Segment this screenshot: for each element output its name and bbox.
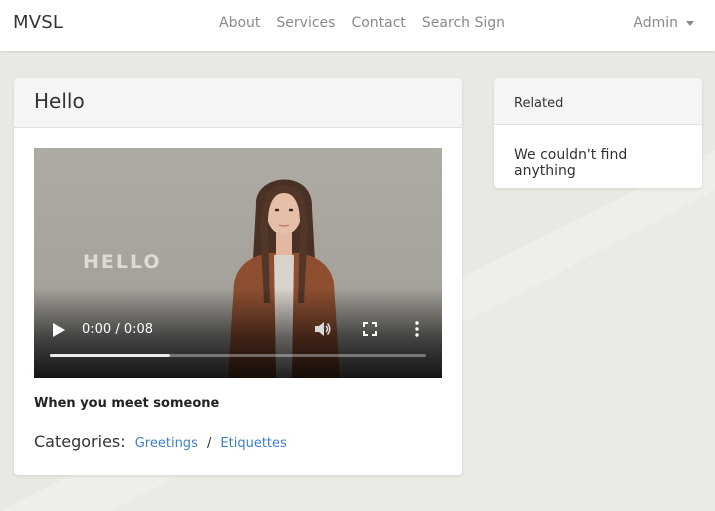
categories-label: Categories: xyxy=(34,432,126,451)
video-caption-overlay: HELLO xyxy=(83,251,162,273)
admin-label: Admin xyxy=(633,15,678,31)
page-title: Hello xyxy=(34,89,85,113)
related-title: Related xyxy=(514,96,564,111)
related-card-header: Related xyxy=(494,78,702,125)
fullscreen-icon[interactable] xyxy=(363,322,377,336)
sign-card: Hello HELLO 0:00 / 0:08 When you meet so… xyxy=(14,78,462,475)
video-progress-bar[interactable] xyxy=(50,354,426,357)
admin-dropdown[interactable]: Admin xyxy=(633,15,694,31)
category-link-greetings[interactable]: Greetings xyxy=(135,436,198,451)
related-empty-message: We couldn't find anything xyxy=(514,147,628,179)
brand-logo[interactable]: MVSL xyxy=(13,12,63,33)
sign-card-header: Hello xyxy=(14,78,462,128)
more-vertical-icon[interactable] xyxy=(414,321,420,337)
nav-link-services[interactable]: Services xyxy=(276,15,335,31)
top-navbar: MVSL About Services Contact Search Sign … xyxy=(0,0,715,51)
caret-down-icon xyxy=(686,20,694,26)
volume-icon[interactable] xyxy=(313,320,331,338)
sign-description: When you meet someone xyxy=(34,396,220,411)
nav-link-search-sign[interactable]: Search Sign xyxy=(422,15,505,31)
category-separator: / xyxy=(206,436,212,451)
category-link-etiquettes[interactable]: Etiquettes xyxy=(220,436,286,451)
video-player[interactable]: HELLO 0:00 / 0:08 xyxy=(34,148,442,378)
play-icon[interactable] xyxy=(52,322,66,338)
video-time-display: 0:00 / 0:08 xyxy=(82,322,154,337)
nav-link-contact[interactable]: Contact xyxy=(351,15,405,31)
nav-links: About Services Contact Search Sign xyxy=(219,15,505,31)
related-card: Related We couldn't find anything xyxy=(494,78,702,188)
nav-link-about[interactable]: About xyxy=(219,15,260,31)
video-buffered-bar xyxy=(50,354,171,357)
categories-row: Categories: Greetings / Etiquettes xyxy=(34,432,287,451)
